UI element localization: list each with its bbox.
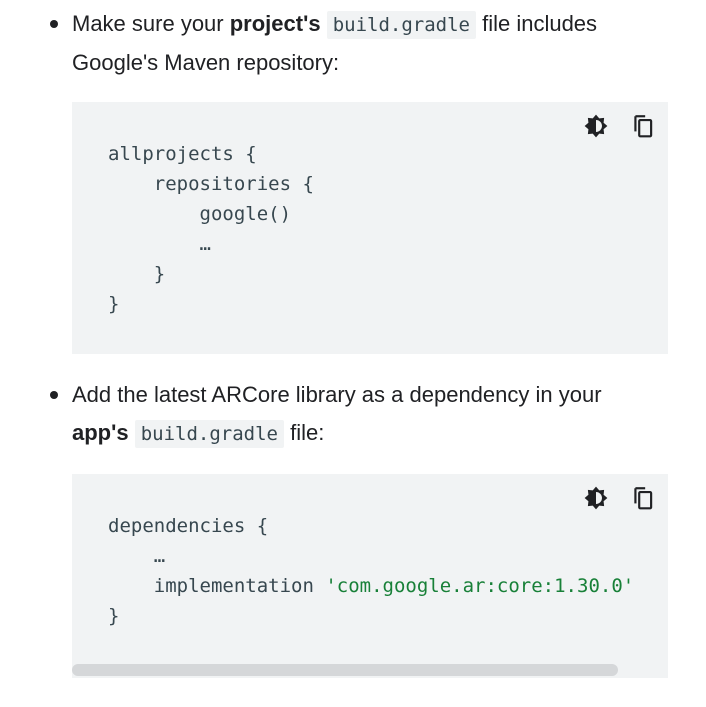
code-keyword-implementation: implementation [108,575,326,597]
code-line: } [108,605,120,627]
code-line: } [108,263,166,285]
step-2-text: Add the latest ARCore library as a depen… [72,376,672,453]
step-2-text-line1: Add the latest ARCore library as a depen… [72,382,602,407]
step-1-bold: project's [229,11,321,36]
step-1-text-before: Make sure your [72,11,230,36]
code-line: google() [108,203,292,225]
code-line: … [108,233,211,255]
step-1-text-line2: Google's Maven repository: [72,50,340,75]
scrollbar-thumb[interactable] [72,664,618,676]
inline-code-build-gradle: build.gradle [326,11,476,39]
code-line: allprojects { [108,143,257,165]
list-bullet [50,391,58,399]
code-block-repositories: allprojects { repositories { google() … … [72,102,668,354]
copy-icon[interactable] [630,113,656,139]
code-string-literal: 'com.google.ar:core:1.30.0' [325,575,635,597]
step-1-text: Make sure your project's build.gradle fi… [72,5,672,82]
code-block-dependencies: dependencies { … implementation 'com.goo… [72,474,668,678]
list-bullet [50,20,58,28]
inline-code-build-gradle: build.gradle [134,420,284,448]
dark-mode-toggle-icon[interactable] [583,485,609,511]
step-1-text-after: file includes [475,11,598,36]
code-line: … [108,545,166,567]
code-line: } [108,293,120,315]
code-line: repositories { [108,173,314,195]
step-2-bold: app's [72,420,129,445]
dark-mode-toggle-icon[interactable] [583,113,609,139]
code-line-implementation: implementation 'com.google.ar:core:1.30.… [108,571,634,601]
step-2-text-after: file: [284,420,325,445]
horizontal-scrollbar[interactable] [72,664,668,678]
copy-icon[interactable] [630,485,656,511]
code-line: dependencies { [108,515,269,537]
